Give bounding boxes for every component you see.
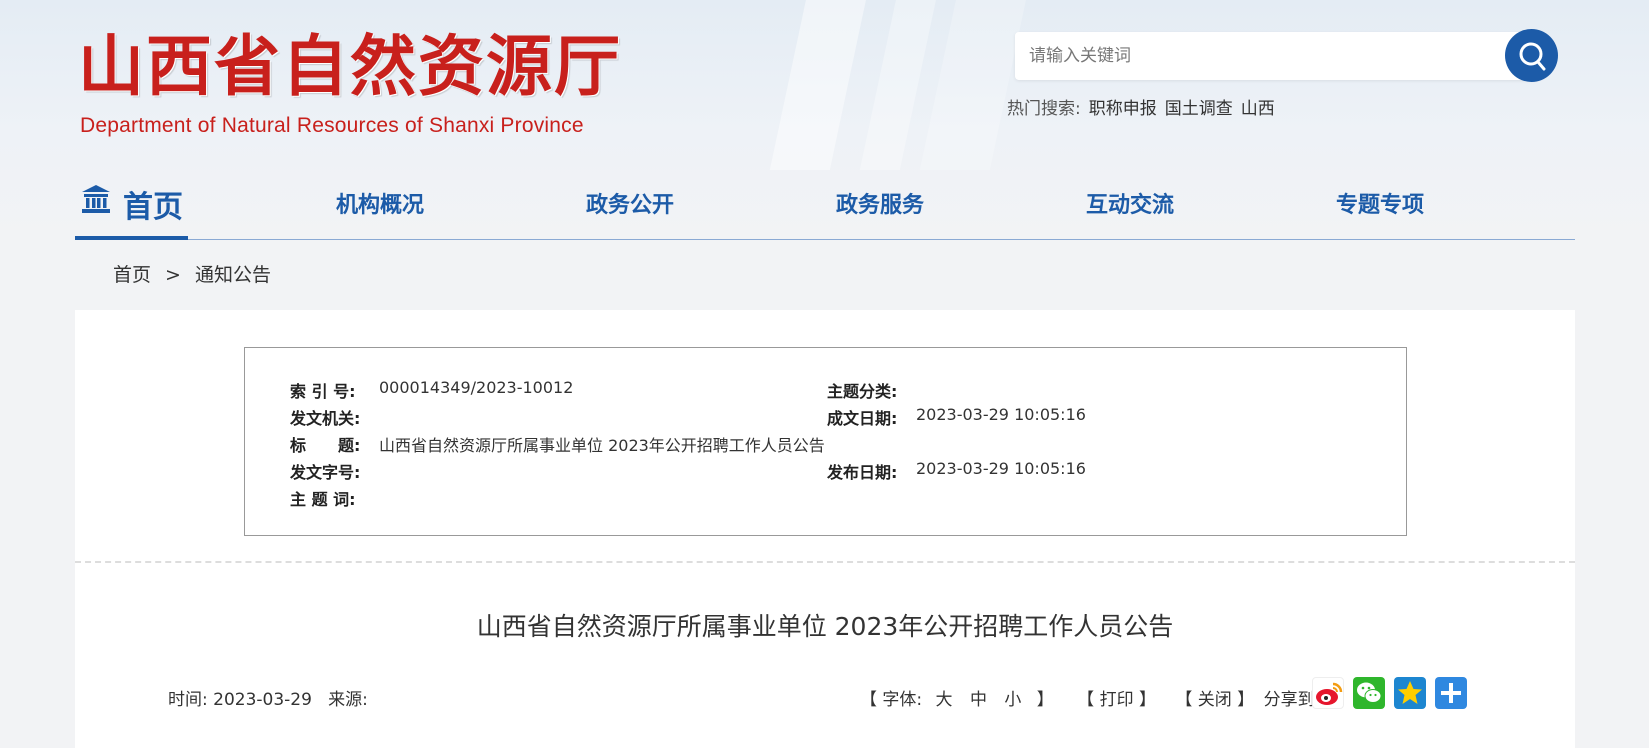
wechat-icon[interactable]	[1353, 677, 1385, 709]
search-input[interactable]	[1029, 40, 1499, 72]
font-size-open: 【 字体:	[860, 690, 923, 710]
search-icon	[1519, 42, 1546, 71]
meta-published-label: 发布日期:	[827, 463, 898, 482]
meta-issuer-label: 发文机关:	[290, 409, 361, 428]
meta-created-value: 2023-03-29 10:05:16	[916, 405, 1086, 424]
hot-search-item[interactable]: 职称申报	[1089, 99, 1157, 119]
breadcrumb: 首页 > 通知公告	[113, 260, 271, 287]
nav-item-about[interactable]: 机构概况	[336, 187, 424, 219]
header-decoration	[919, 0, 1031, 170]
document-meta-box: 索 引 号: 000014349/2023-10012 发文机关: 标 题: 山…	[244, 347, 1407, 536]
hot-search-item[interactable]: 国土调查	[1165, 99, 1233, 119]
weibo-icon[interactable]	[1312, 677, 1344, 709]
source-label: 来源:	[328, 690, 368, 710]
font-medium-button[interactable]: 中	[970, 690, 987, 710]
breadcrumb-home[interactable]: 首页	[113, 264, 151, 286]
close-button[interactable]: 【 关闭 】	[1175, 690, 1254, 710]
meta-topic-label: 主题分类:	[827, 382, 898, 401]
meta-title-value: 山西省自然资源厅所属事业单位 2023年公开招聘工作人员公告	[379, 436, 825, 455]
meta-created-label: 成文日期:	[827, 409, 898, 428]
meta-index-value: 000014349/2023-10012	[379, 378, 574, 397]
font-large-button[interactable]: 大	[936, 690, 953, 710]
meta-docno-label: 发文字号:	[290, 463, 361, 482]
breadcrumb-separator: >	[165, 264, 181, 286]
more-share-icon[interactable]	[1435, 677, 1467, 709]
nav-item-topics[interactable]: 专题专项	[1336, 187, 1424, 219]
divider	[75, 561, 1575, 563]
search-box	[1015, 32, 1555, 80]
government-building-icon	[82, 185, 110, 213]
header-decoration	[769, 0, 871, 170]
meta-index-label: 索 引 号:	[290, 382, 356, 401]
nav-home-label: 首页	[123, 190, 183, 225]
nav-item-interaction[interactable]: 互动交流	[1086, 187, 1174, 219]
nav-home[interactable]: 首页	[75, 170, 188, 240]
print-button[interactable]: 【 打印 】	[1077, 690, 1156, 710]
time-label: 时间:	[168, 690, 208, 710]
qzone-icon[interactable]	[1394, 677, 1426, 709]
hot-search-label: 热门搜索:	[1007, 99, 1081, 119]
article-info: 时间: 2023-03-29 来源:	[168, 685, 368, 710]
article-tools: 【 字体: 大 中 小 】 【 打印 】 【 关闭 】 分享到	[860, 685, 1315, 710]
time-value: 2023-03-29	[213, 690, 312, 710]
hot-search: 热门搜索: 职称申报 国土调查 山西	[1007, 94, 1275, 119]
font-small-button[interactable]: 小	[1004, 690, 1021, 710]
share-label: 分享到	[1263, 690, 1315, 710]
search-button[interactable]	[1505, 29, 1558, 82]
site-logo-cn[interactable]: 山西省自然资源厅	[78, 26, 622, 106]
main-nav: 首页 机构概况 政务公开 政务服务 互动交流 专题专项	[75, 170, 1575, 240]
meta-title-label: 标 题:	[290, 436, 361, 455]
article-title: 山西省自然资源厅所属事业单位 2023年公开招聘工作人员公告	[476, 612, 1174, 641]
font-size-close: 】	[1036, 690, 1054, 710]
content-panel: 索 引 号: 000014349/2023-10012 发文机关: 标 题: 山…	[75, 310, 1575, 748]
nav-item-public-affairs[interactable]: 政务公开	[586, 187, 674, 219]
site-header: 山西省自然资源厅 Department of Natural Resources…	[0, 0, 1649, 240]
hot-search-item[interactable]: 山西	[1241, 99, 1275, 119]
nav-item-services[interactable]: 政务服务	[836, 187, 924, 219]
meta-keywords-label: 主 题 词:	[290, 490, 356, 509]
breadcrumb-notices[interactable]: 通知公告	[195, 264, 271, 286]
site-logo-en[interactable]: Department of Natural Resources of Shanx…	[80, 114, 584, 138]
meta-published-value: 2023-03-29 10:05:16	[916, 459, 1086, 478]
